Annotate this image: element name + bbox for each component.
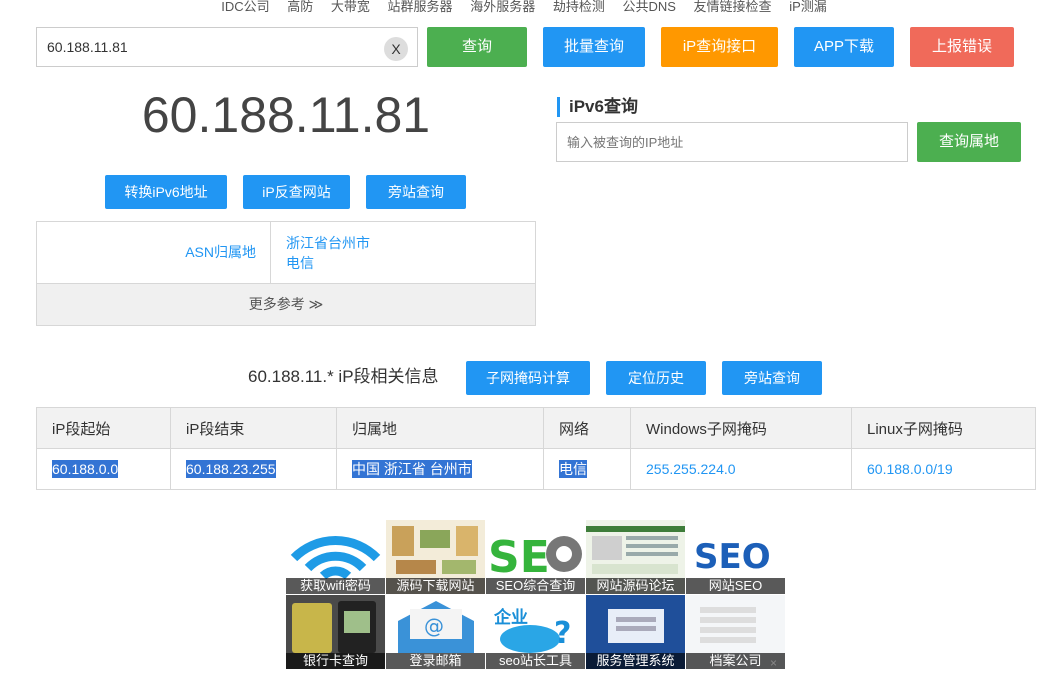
nav-link-hijack[interactable]: 劫持检测 xyxy=(553,0,605,14)
asn-location-label[interactable]: ASN归属地 xyxy=(37,222,271,283)
ad-caption: 服务管理系统 xyxy=(586,653,685,669)
nav-link-station-group[interactable]: 站群服务器 xyxy=(388,0,453,14)
cell-end: 60.188.23.255 xyxy=(170,448,337,490)
more-reference-toggle[interactable]: 更多参考 ≫ xyxy=(37,284,535,325)
cell-location: 中国 浙江省 台州市 xyxy=(336,448,544,490)
svg-text:企业: 企业 xyxy=(493,607,528,628)
search-box: X xyxy=(36,27,418,67)
report-error-button[interactable]: 上报错误 xyxy=(910,27,1014,67)
side-site-query-button[interactable]: 旁站查询 xyxy=(366,175,466,209)
ad-caption: 银行卡查询 xyxy=(286,653,385,669)
nav-link-idc[interactable]: IDC公司 xyxy=(221,0,269,14)
segment-table: iP段起始 iP段结束 归属地 网络 Windows子网掩码 Linux子网掩码… xyxy=(36,407,1036,490)
ad-close-icon[interactable]: × xyxy=(770,656,777,670)
ad-seo-tools[interactable]: 企业 ? seo站长工具 xyxy=(486,595,585,669)
ad-source-forum[interactable]: 网站源码论坛 xyxy=(586,520,685,594)
location-value[interactable]: 中国 浙江省 台州市 xyxy=(352,460,472,478)
ad-caption: 源码下载网站 xyxy=(386,578,485,594)
ip-reverse-lookup-button[interactable]: iP反查网站 xyxy=(243,175,350,209)
asn-location-value: 浙江省台州市 电信 xyxy=(286,233,370,273)
ad-caption: 网站SEO xyxy=(686,578,785,594)
ad-caption: 获取wifi密码 xyxy=(286,578,385,594)
batch-query-button[interactable]: 批量查询 xyxy=(543,27,645,67)
header-windows-mask: Windows子网掩码 xyxy=(630,407,852,449)
segment-title: 60.188.11.* iP段相关信息 xyxy=(248,367,439,386)
start-value[interactable]: 60.188.0.0 xyxy=(52,460,119,478)
ad-seo-query[interactable]: SE SEO综合查询 xyxy=(486,520,585,594)
cell-start: 60.188.0.0 xyxy=(36,448,171,490)
cell-linux-mask[interactable]: 60.188.0.0/19 xyxy=(851,448,1036,490)
svg-text:@: @ xyxy=(424,614,444,638)
clear-search-button[interactable]: X xyxy=(384,37,408,61)
ad-wifi[interactable]: 获取wifi密码 xyxy=(286,520,385,594)
query-button[interactable]: 查询 xyxy=(427,27,527,67)
ad-caption: 网站源码论坛 xyxy=(586,578,685,594)
isp-text[interactable]: 电信 xyxy=(286,253,370,273)
ipv6-input[interactable] xyxy=(556,122,908,162)
location-text[interactable]: 浙江省台州市 xyxy=(286,233,370,253)
nav-link-bandwidth[interactable]: 大带宽 xyxy=(331,0,370,14)
svg-text:SE: SE xyxy=(488,532,550,583)
header-start: iP段起始 xyxy=(36,407,171,449)
ipv6-query-button[interactable]: 查询属地 xyxy=(917,122,1021,162)
ad-grid: 获取wifi密码 源码下载网站 SE SEO综合查询 网站源码论坛 SEO 网站… xyxy=(286,520,786,669)
ad-bank-card[interactable]: 银行卡查询 xyxy=(286,595,385,669)
cell-network: 电信 xyxy=(543,448,631,490)
info-row: ASN归属地 浙江省台州市 电信 xyxy=(37,222,535,284)
header-network: 网络 xyxy=(543,407,631,449)
top-nav: IDC公司 高防 大带宽 站群服务器 海外服务器 劫持检测 公共DNS 友情链接… xyxy=(0,0,1048,18)
svg-text:?: ? xyxy=(554,616,571,651)
ad-login-mail[interactable]: @ 登录邮箱 xyxy=(386,595,485,669)
ip-info-table: ASN归属地 浙江省台州市 电信 更多参考 ≫ xyxy=(36,221,536,326)
table-header-row: iP段起始 iP段结束 归属地 网络 Windows子网掩码 Linux子网掩码 xyxy=(36,407,1036,449)
search-input[interactable] xyxy=(37,28,367,66)
svg-text:SEO: SEO xyxy=(694,537,771,577)
table-row: 60.188.0.0 60.188.23.255 中国 浙江省 台州市 电信 2… xyxy=(36,448,1036,490)
ip-api-button[interactable]: iP查询接口 xyxy=(661,27,778,67)
ad-service-management[interactable]: 服务管理系统 xyxy=(586,595,685,669)
ad-caption: SEO综合查询 xyxy=(486,578,585,594)
nav-link-dns[interactable]: 公共DNS xyxy=(622,0,675,14)
nav-link-overseas[interactable]: 海外服务器 xyxy=(470,0,535,14)
ad-website-seo[interactable]: SEO 网站SEO xyxy=(686,520,785,594)
header-linux-mask: Linux子网掩码 xyxy=(851,407,1036,449)
location-history-button[interactable]: 定位历史 xyxy=(606,361,706,395)
ip-display: 60.188.11.81 xyxy=(141,87,431,143)
convert-ipv6-button[interactable]: 转换iPv6地址 xyxy=(105,175,227,209)
ad-source-download[interactable]: 源码下载网站 xyxy=(386,520,485,594)
nav-link-friend-links[interactable]: 友情链接检查 xyxy=(694,0,772,14)
header-location: 归属地 xyxy=(336,407,544,449)
ad-caption: seo站长工具 xyxy=(486,653,585,669)
ipv6-section-title: iPv6查询 xyxy=(557,97,638,117)
nav-link-ddos[interactable]: 高防 xyxy=(287,0,313,14)
app-download-button[interactable]: APP下载 xyxy=(794,27,894,67)
ad-caption: 登录邮箱 xyxy=(386,653,485,669)
network-value[interactable]: 电信 xyxy=(559,460,587,478)
cell-windows-mask[interactable]: 255.255.224.0 xyxy=(630,448,852,490)
segment-side-site-button[interactable]: 旁站查询 xyxy=(722,361,822,395)
subnet-calc-button[interactable]: 子网掩码计算 xyxy=(466,361,590,395)
header-end: iP段结束 xyxy=(170,407,337,449)
nav-link-ip-leak[interactable]: iP测漏 xyxy=(789,0,827,14)
end-value[interactable]: 60.188.23.255 xyxy=(186,460,276,478)
